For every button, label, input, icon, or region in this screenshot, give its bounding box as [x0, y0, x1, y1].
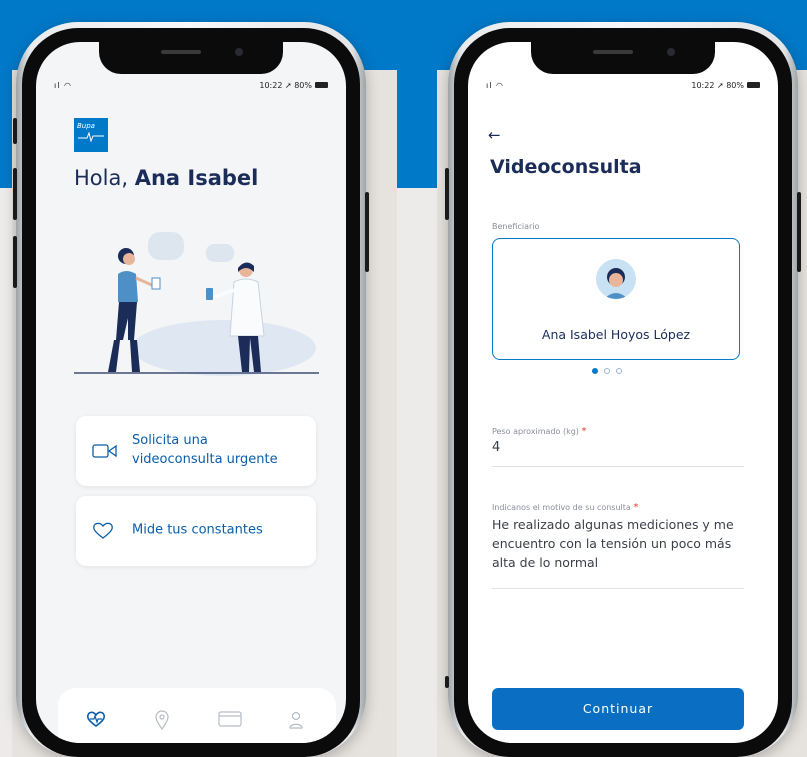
weight-input[interactable]: 4: [492, 438, 500, 458]
urgent-videoconsult-card[interactable]: Solicita una videoconsulta urgente: [76, 416, 316, 486]
camera: [235, 48, 243, 56]
home-screen: ıl ◠ 10:22 ➚ 80% Bupa Hola, Ana Isabel S…: [36, 42, 346, 743]
back-arrow-icon[interactable]: ←: [488, 126, 501, 144]
measure-vitals-label: Mide tus constantes: [132, 522, 263, 538]
carousel-dot[interactable]: [604, 368, 610, 374]
power-button: [797, 192, 801, 272]
continue-button[interactable]: Continuar: [492, 688, 744, 730]
volume-up-button: [13, 168, 17, 220]
avatar: [596, 259, 636, 299]
speaker: [161, 50, 201, 54]
status-bar: ıl ◠ 10:22 ➚ 80%: [54, 80, 328, 92]
phone-bezel: ıl ◠ 10:22 ➚ 80% Bupa Hola, Ana Isabel S…: [22, 28, 360, 757]
user-avatar-icon: [604, 268, 628, 299]
silent-switch: [13, 118, 17, 144]
notch: [531, 42, 715, 74]
videoconsulta-screen: ıl ◠ 10:22 ➚ 80% ← Videoconsulta Benefic…: [468, 42, 778, 743]
beneficiary-name: Ana Isabel Hoyos López: [541, 327, 691, 342]
phone-home: ıl ◠ 10:22 ➚ 80% Bupa Hola, Ana Isabel S…: [13, 22, 369, 757]
required-marker: *: [633, 502, 639, 513]
power-button: [365, 192, 369, 272]
carousel-dot[interactable]: [616, 368, 622, 374]
carousel-dot[interactable]: [592, 368, 598, 374]
weight-underline: [492, 466, 744, 467]
status-time-battery: 10:22 ➚ 80%: [259, 81, 312, 90]
page-title: Videoconsulta: [490, 156, 642, 178]
greeting: Hola, Ana Isabel: [74, 166, 258, 190]
side-button: [445, 676, 449, 688]
notch: [99, 42, 283, 74]
health-nav-icon[interactable]: [86, 710, 106, 728]
reason-underline: [492, 588, 744, 589]
volume-up-button: [445, 168, 449, 220]
doctor-patient-illustration: [74, 232, 319, 376]
status-time-battery: 10:22 ➚ 80%: [691, 81, 744, 90]
speaker: [593, 50, 633, 54]
signal-icon: ıl ◠: [486, 81, 504, 90]
signal-icon: ıl ◠: [54, 81, 72, 90]
bottom-nav: [58, 688, 336, 743]
battery-icon: [747, 82, 760, 88]
measure-vitals-card[interactable]: Mide tus constantes: [76, 496, 316, 566]
reason-textarea[interactable]: He realizado algunas mediciones y me enc…: [492, 516, 748, 572]
battery-icon: [315, 82, 328, 88]
camera: [667, 48, 675, 56]
required-marker: *: [581, 426, 587, 437]
weight-label: Peso aproximado (kg) *: [492, 426, 587, 437]
video-camera-icon: [92, 444, 117, 458]
heartbeat-icon: [78, 132, 104, 142]
volume-down-button: [13, 236, 17, 288]
bupa-logo: Bupa: [74, 118, 108, 152]
profile-nav-icon[interactable]: [288, 710, 304, 730]
location-nav-icon[interactable]: [154, 710, 170, 730]
phone-bezel: ıl ◠ 10:22 ➚ 80% ← Videoconsulta Benefic…: [454, 28, 792, 757]
heart-icon: [93, 522, 113, 539]
card-nav-icon[interactable]: [218, 710, 242, 728]
phone-videoconsulta: ıl ◠ 10:22 ➚ 80% ← Videoconsulta Benefic…: [445, 22, 801, 757]
carousel-dots: [592, 368, 628, 374]
beneficiary-card[interactable]: Ana Isabel Hoyos López: [492, 238, 740, 360]
urgent-videoconsult-label: Solicita una videoconsulta urgente: [132, 433, 278, 467]
status-bar: ıl ◠ 10:22 ➚ 80%: [486, 80, 760, 92]
greeting-prefix: Hola,: [74, 166, 135, 190]
beneficiary-label: Beneficiario: [492, 222, 540, 231]
greeting-name: Ana Isabel: [134, 166, 259, 190]
reason-label: Indicanos el motivo de su consulta *: [492, 502, 639, 513]
